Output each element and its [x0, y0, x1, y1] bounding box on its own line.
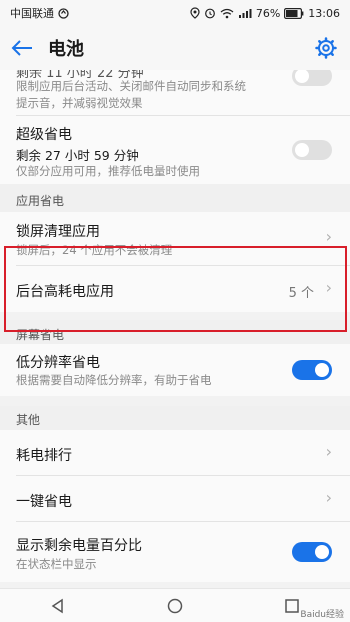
- watermark: Baidu经验: [300, 610, 344, 620]
- power-save-toggle[interactable]: [292, 70, 332, 86]
- show-percent-toggle[interactable]: [292, 542, 332, 562]
- bg-high-drain-title: 后台高耗电应用: [16, 284, 114, 300]
- super-save-remaining: 剩余 27 小时 59 分钟: [16, 148, 139, 163]
- ranking-row[interactable]: 耗电排行 ›: [0, 430, 350, 476]
- signal-icon: [238, 8, 252, 18]
- ranking-title: 耗电排行: [16, 448, 72, 464]
- clock: 13:06: [308, 6, 340, 20]
- show-percent-row[interactable]: 显示剩余电量百分比 在状态栏中显示: [0, 522, 350, 582]
- section-title: 其他: [16, 413, 41, 427]
- battery-icon: [284, 7, 304, 19]
- settings-button[interactable]: [312, 34, 340, 62]
- chevron-right-icon: ›: [325, 442, 332, 461]
- status-bar: 中国联通 76% 13:06: [0, 0, 350, 26]
- one-key-save-title: 一键省电: [16, 494, 72, 510]
- toggle-knob: [295, 143, 309, 157]
- show-percent-desc: 在状态栏中显示: [16, 557, 97, 571]
- low-res-row[interactable]: 低分辨率省电 根据需要自动降低分辨率，有助于省电: [0, 344, 350, 396]
- power-save-desc-line2: 提示音，并减弱视觉效果: [16, 96, 143, 110]
- toggle-knob: [315, 545, 329, 559]
- data-sync-icon: [58, 7, 69, 19]
- show-percent-title: 显示剩余电量百分比: [16, 538, 142, 554]
- lockscreen-clean-row[interactable]: 锁屏清理应用 锁屏后，24 个应用不会被清理 ›: [0, 212, 350, 266]
- one-key-save-row[interactable]: 一键省电 ›: [0, 476, 350, 522]
- bg-high-drain-row[interactable]: 后台高耗电应用 5 个 ›: [0, 266, 350, 312]
- lockscreen-clean-desc: 锁屏后，24 个应用不会被清理: [16, 243, 173, 257]
- location-icon: [190, 7, 200, 19]
- wifi-icon: [220, 8, 234, 18]
- settings-list[interactable]: 剩余 11 小时 22 分钟 限制应用后台活动、关闭邮件自动同步和系统 提示音，…: [0, 70, 350, 588]
- toggle-knob: [295, 70, 309, 83]
- nav-back-button[interactable]: [38, 591, 78, 621]
- power-save-desc-line1: 限制应用后台活动、关闭邮件自动同步和系统: [16, 79, 246, 93]
- nav-bar: Baidu经验: [0, 588, 350, 622]
- triangle-back-icon: [51, 598, 64, 613]
- super-save-title: 超级省电: [16, 127, 72, 143]
- lockscreen-clean-title: 锁屏清理应用: [16, 224, 100, 240]
- super-save-row[interactable]: 超级省电 剩余 27 小时 59 分钟 仅部分应用可用，推荐低电量时使用: [0, 116, 350, 184]
- circle-home-icon: [167, 598, 183, 613]
- section-title: 应用省电: [16, 194, 65, 208]
- bg-high-drain-count: 5 个: [288, 286, 314, 301]
- section-other: 其他: [0, 406, 350, 430]
- section-screen-save: 屏幕省电: [0, 320, 350, 344]
- low-res-title: 低分辨率省电: [16, 355, 100, 371]
- toggle-knob: [315, 363, 329, 377]
- back-button[interactable]: [0, 26, 44, 70]
- section-title: 屏幕省电: [16, 328, 65, 342]
- super-save-toggle[interactable]: [292, 140, 332, 160]
- super-save-desc: 仅部分应用可用，推荐低电量时使用: [16, 164, 200, 178]
- battery-percent: 76%: [255, 6, 281, 20]
- square-recents-icon: [284, 598, 299, 613]
- arrow-left-icon: [11, 40, 32, 56]
- chevron-right-icon: ›: [325, 488, 332, 507]
- page-title: 电池: [48, 39, 84, 60]
- low-res-desc: 根据需要自动降低分辨率，有助于省电: [16, 373, 212, 387]
- low-res-toggle[interactable]: [292, 360, 332, 380]
- chevron-right-icon: ›: [325, 278, 332, 297]
- section-app-save: 应用省电: [0, 184, 350, 212]
- power-save-row[interactable]: 剩余 11 小时 22 分钟 限制应用后台活动、关闭邮件自动同步和系统 提示音，…: [0, 70, 350, 116]
- app-bar: 电池: [0, 26, 350, 70]
- alarm-icon: [204, 8, 215, 19]
- nav-home-button[interactable]: [155, 591, 195, 621]
- gear-icon: [315, 37, 337, 59]
- carrier-label: 中国联通: [10, 7, 54, 20]
- chevron-right-icon: ›: [325, 227, 332, 246]
